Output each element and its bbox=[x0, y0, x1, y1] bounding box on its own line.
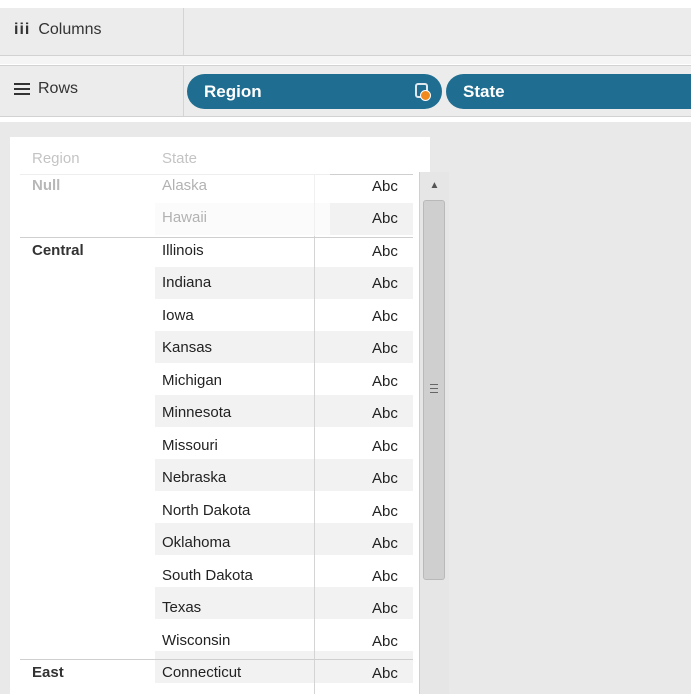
state-cell[interactable]: Nebraska bbox=[162, 469, 226, 486]
state-cell[interactable]: Hawaii bbox=[162, 209, 207, 226]
abc-cell[interactable]: Abc bbox=[372, 308, 398, 325]
state-cell[interactable]: Illinois bbox=[162, 242, 204, 259]
abc-cell[interactable]: Abc bbox=[372, 633, 398, 650]
columns-shelf[interactable]: iii Columns bbox=[0, 8, 691, 56]
columns-label: Columns bbox=[38, 21, 102, 38]
columns-shelf-label: iii Columns bbox=[14, 21, 101, 39]
state-header[interactable]: State bbox=[162, 150, 197, 167]
shelf-separator bbox=[0, 56, 691, 64]
scroll-grip-icon bbox=[430, 384, 438, 393]
abc-cell[interactable]: Abc bbox=[372, 178, 398, 195]
view-area: Region State Null Central East Alaska Ab… bbox=[0, 122, 691, 694]
columns-shelf-divider bbox=[183, 8, 184, 55]
abc-cell[interactable]: Abc bbox=[372, 405, 398, 422]
region-pill[interactable]: Region bbox=[187, 74, 442, 109]
state-pill-label: State bbox=[463, 81, 505, 101]
state-cell[interactable]: South Dakota bbox=[162, 567, 253, 584]
header-divider bbox=[20, 174, 413, 175]
state-pill[interactable]: State bbox=[446, 74, 691, 109]
badge-dot bbox=[420, 90, 431, 101]
abc-cell[interactable]: Abc bbox=[372, 503, 398, 520]
region-east[interactable]: East bbox=[32, 664, 64, 681]
vertical-scrollbar[interactable]: ▲ bbox=[419, 172, 449, 694]
state-cell[interactable]: Missouri bbox=[162, 437, 218, 454]
abc-cell[interactable]: Abc bbox=[372, 438, 398, 455]
state-cell[interactable]: Minnesota bbox=[162, 404, 231, 421]
abc-cell[interactable]: Abc bbox=[372, 568, 398, 585]
abc-cell[interactable]: Abc bbox=[372, 600, 398, 617]
abc-cell[interactable]: Abc bbox=[372, 470, 398, 487]
region-pill-label: Region bbox=[204, 81, 262, 101]
abc-cell[interactable]: Abc bbox=[372, 275, 398, 292]
region-null[interactable]: Null bbox=[32, 177, 60, 194]
rows-shelf[interactable]: Rows Region State bbox=[0, 65, 691, 117]
scroll-thumb[interactable] bbox=[423, 200, 445, 580]
abc-cell[interactable]: Abc bbox=[372, 243, 398, 260]
region-divider bbox=[20, 237, 413, 238]
rows-shelf-label: Rows bbox=[14, 80, 78, 98]
abc-cell[interactable]: Abc bbox=[372, 665, 398, 682]
data-source-icon bbox=[415, 83, 431, 101]
region-divider bbox=[20, 659, 413, 660]
state-cell[interactable]: Wisconsin bbox=[162, 632, 230, 649]
rows-label: Rows bbox=[38, 80, 79, 97]
state-cell[interactable]: Iowa bbox=[162, 307, 194, 324]
state-cell[interactable]: North Dakota bbox=[162, 502, 250, 519]
region-header[interactable]: Region bbox=[32, 150, 80, 167]
region-central[interactable]: Central bbox=[32, 242, 84, 259]
abc-cell[interactable]: Abc bbox=[372, 340, 398, 357]
state-cell[interactable]: Kansas bbox=[162, 339, 212, 356]
state-cell[interactable]: Texas bbox=[162, 599, 201, 616]
rows-shelf-divider bbox=[183, 66, 184, 116]
rows-icon bbox=[14, 83, 30, 95]
state-cell[interactable]: Michigan bbox=[162, 372, 222, 389]
state-cell[interactable]: Alaska bbox=[162, 177, 207, 194]
arrow-up-icon[interactable]: ▲ bbox=[420, 172, 449, 198]
state-cell[interactable]: Indiana bbox=[162, 274, 211, 291]
abc-cell[interactable]: Abc bbox=[372, 373, 398, 390]
column-divider bbox=[314, 174, 315, 694]
state-cell[interactable]: Connecticut bbox=[162, 664, 241, 681]
abc-cell[interactable]: Abc bbox=[372, 210, 398, 227]
abc-cell[interactable]: Abc bbox=[372, 535, 398, 552]
data-table: Region State Null Central East Alaska Ab… bbox=[10, 137, 430, 694]
columns-icon: iii bbox=[14, 21, 31, 38]
state-cell[interactable]: Oklahoma bbox=[162, 534, 230, 551]
